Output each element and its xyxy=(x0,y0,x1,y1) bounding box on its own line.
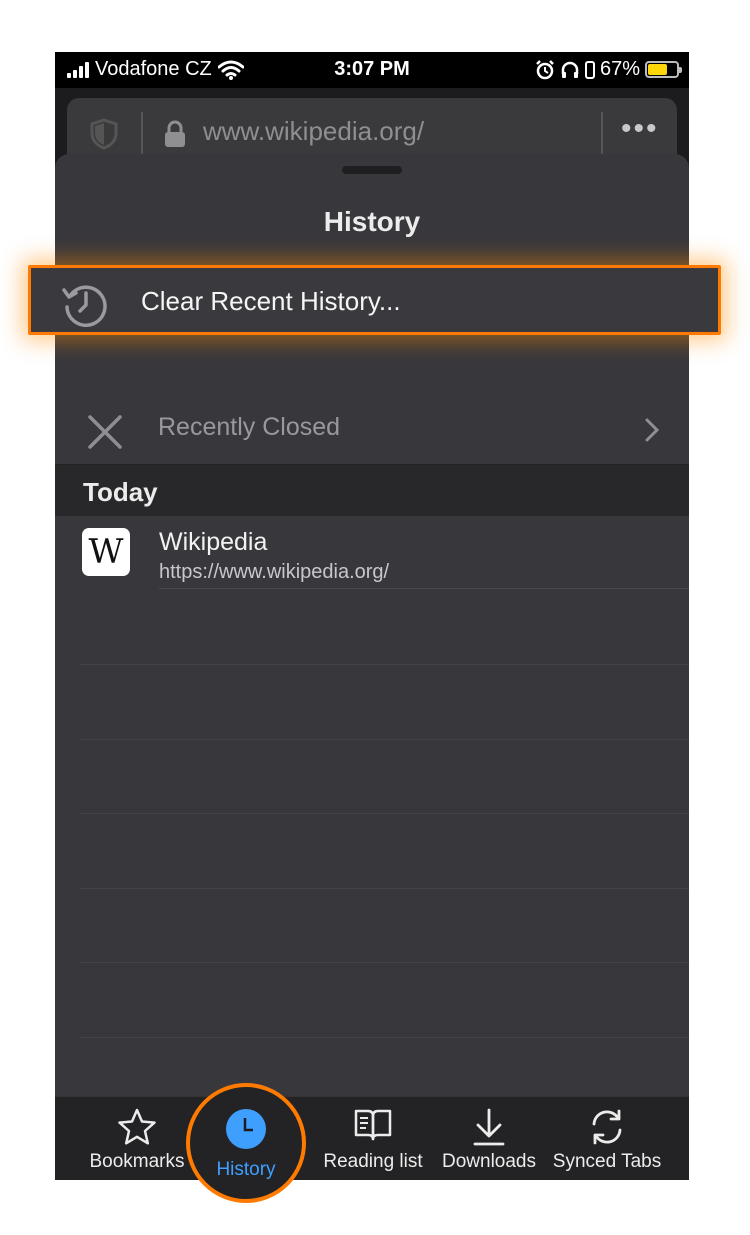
battery-icon xyxy=(645,61,682,78)
url-divider-right xyxy=(601,112,603,156)
lock-icon xyxy=(165,120,185,147)
recently-closed-label: Recently Closed xyxy=(158,413,341,441)
empty-row-divider xyxy=(80,664,689,665)
download-icon xyxy=(473,1108,505,1146)
phone-screen: Vodafone CZ 3:07 PM 67% www.wikipedia.or… xyxy=(55,52,689,1180)
clear-recent-history-label: Clear Recent History... xyxy=(141,286,401,316)
tab-bookmarks[interactable]: Bookmarks xyxy=(83,1097,191,1180)
alarm-icon xyxy=(536,59,554,79)
status-bar: Vodafone CZ 3:07 PM 67% xyxy=(55,52,689,88)
chevron-right-icon xyxy=(645,418,659,442)
history-clock-icon xyxy=(62,285,107,327)
tab-reading-list[interactable]: Reading list xyxy=(313,1097,433,1180)
recently-closed-row[interactable]: Recently Closed xyxy=(55,400,689,464)
history-item-url: https://www.wikipedia.org/ xyxy=(159,561,390,583)
more-icon[interactable]: ••• xyxy=(621,112,659,146)
row-divider xyxy=(159,588,689,589)
clock-icon xyxy=(226,1109,266,1149)
book-icon xyxy=(354,1109,392,1141)
tab-history-label: History xyxy=(216,1159,276,1180)
empty-row-divider xyxy=(80,813,689,814)
tab-downloads-label: Downloads xyxy=(442,1151,536,1172)
clear-recent-history-button[interactable]: Clear Recent History... xyxy=(28,265,721,335)
orientation-lock-icon xyxy=(584,60,595,79)
status-right: 67% xyxy=(535,58,682,81)
sync-icon xyxy=(592,1109,622,1145)
url-divider xyxy=(141,112,143,156)
close-icon xyxy=(88,415,122,449)
headphones-icon xyxy=(561,61,579,78)
page-title: History xyxy=(323,206,421,237)
wikipedia-favicon-icon: W xyxy=(82,528,130,576)
section-today-label: Today xyxy=(83,477,158,507)
tab-synced-tabs-label: Synced Tabs xyxy=(552,1151,662,1172)
sheet-grabber[interactable] xyxy=(342,166,402,174)
empty-row-divider xyxy=(80,1037,689,1038)
history-item-wikipedia[interactable]: W Wikipedia https://www.wikipedia.org/ xyxy=(55,516,689,592)
shield-icon[interactable] xyxy=(89,118,119,150)
tab-reading-list-label: Reading list xyxy=(323,1151,423,1172)
battery-percent: 67% xyxy=(599,58,640,80)
empty-row-divider xyxy=(80,739,689,740)
tab-history[interactable]: History xyxy=(186,1083,306,1203)
empty-row-divider xyxy=(80,888,689,889)
star-icon xyxy=(118,1108,156,1145)
tab-synced-tabs[interactable]: Synced Tabs xyxy=(547,1097,667,1180)
url-text[interactable]: www.wikipedia.org/ xyxy=(203,116,424,147)
empty-row-divider xyxy=(80,962,689,963)
tab-bookmarks-label: Bookmarks xyxy=(89,1151,185,1172)
tab-downloads[interactable]: Downloads xyxy=(437,1097,541,1180)
battery-fill xyxy=(648,64,667,75)
bottom-tab-bar: Bookmarks Reading list Downloads Synced … xyxy=(55,1096,689,1180)
section-header-today: Today xyxy=(55,464,689,516)
history-item-title: Wikipedia xyxy=(159,528,268,556)
